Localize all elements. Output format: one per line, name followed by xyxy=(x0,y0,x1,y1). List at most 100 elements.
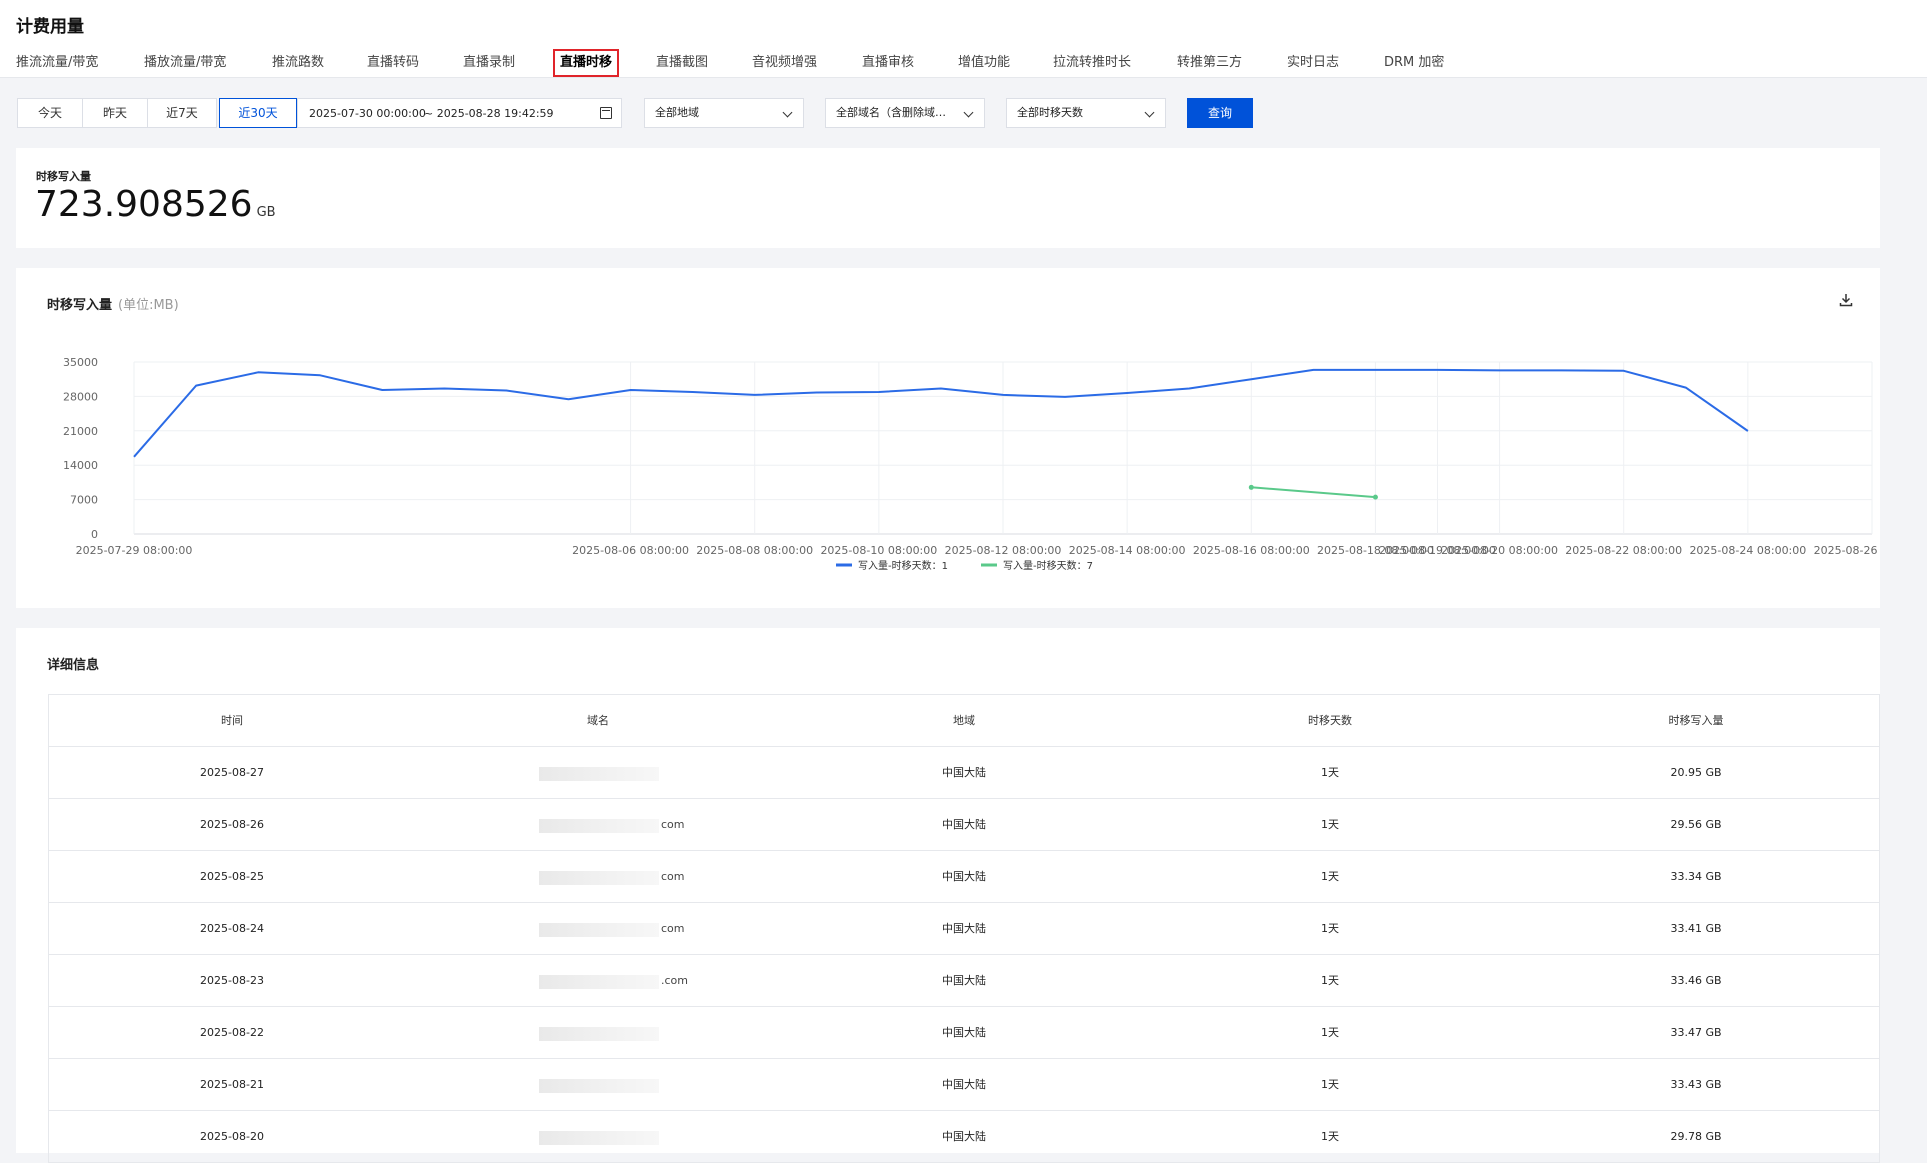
period-7days-button[interactable]: 近7天 xyxy=(147,98,217,128)
tab-pull-relay[interactable]: 拉流转推时长 xyxy=(1053,48,1131,78)
cell-region: 中国大陆 xyxy=(942,922,986,935)
cell-date: 2025-08-21 xyxy=(200,1078,264,1091)
y-tick-label: 0 xyxy=(91,528,98,541)
x-tick-label: 2025-08-24 08:00:00 xyxy=(1689,544,1806,557)
series-line-1 xyxy=(133,368,1749,458)
cell-amount: 33.34 GB xyxy=(1670,870,1722,883)
column-header-time: 时间 xyxy=(221,714,243,727)
cell-shift-days: 1天 xyxy=(1321,1026,1339,1039)
shift-days-select[interactable]: 全部时移天数 xyxy=(1006,98,1166,128)
tab-recording[interactable]: 直播录制 xyxy=(463,48,515,78)
table-row: 2025-08-26 com 中国大陆 1天 29.56 GB xyxy=(49,799,1879,851)
total-unit: GB xyxy=(256,205,276,220)
column-header-shift-days: 时移天数 xyxy=(1308,714,1352,727)
redacted-domain xyxy=(539,819,659,833)
cell-date: 2025-08-22 xyxy=(200,1026,264,1039)
detail-title: 详细信息 xyxy=(47,658,100,673)
total-card: 时移写入量 723.908526 GB xyxy=(16,148,1880,248)
tab-push-traffic[interactable]: 推流流量/带宽 xyxy=(16,48,98,78)
period-30days-button[interactable]: 近30天 xyxy=(219,98,297,128)
domain-select-value: 全部域名（含删除域… xyxy=(836,106,946,119)
column-header-domain: 域名 xyxy=(587,714,609,727)
chevron-down-icon xyxy=(782,107,793,118)
cell-amount: 29.56 GB xyxy=(1670,818,1722,831)
cell-date: 2025-08-25 xyxy=(200,870,264,883)
tab-third-party[interactable]: 转推第三方 xyxy=(1177,48,1242,78)
cell-amount: 33.46 GB xyxy=(1670,974,1722,987)
data-point xyxy=(1248,484,1254,490)
cell-shift-days: 1天 xyxy=(1321,922,1339,935)
tab-drm[interactable]: DRM 加密 xyxy=(1384,48,1444,78)
redacted-domain xyxy=(539,975,659,989)
redacted-domain xyxy=(539,923,659,937)
cell-domain-suffix: .com xyxy=(661,974,688,987)
tab-time-shift[interactable]: 直播时移 xyxy=(553,49,620,77)
cell-shift-days: 1天 xyxy=(1321,1130,1339,1143)
cell-region: 中国大陆 xyxy=(942,870,986,883)
tab-screenshot[interactable]: 直播截图 xyxy=(656,48,708,78)
legend-label-2: 写入量-时移天数：7 xyxy=(1003,559,1093,572)
table-row: 2025-08-24 com 中国大陆 1天 33.41 GB xyxy=(49,903,1879,955)
cell-amount: 33.43 GB xyxy=(1670,1078,1722,1091)
total-value: 723.908526 xyxy=(35,184,253,225)
total-label: 时移写入量 xyxy=(36,170,91,183)
date-end: ~ 2025-08-28 19:42:59 xyxy=(424,107,554,120)
query-button[interactable]: 查询 xyxy=(1187,98,1253,128)
cell-region: 中国大陆 xyxy=(942,818,986,831)
tab-value-added[interactable]: 增值功能 xyxy=(958,48,1010,78)
table-row: 2025-08-23 .com 中国大陆 1天 33.46 GB xyxy=(49,955,1879,1007)
tab-transcode[interactable]: 直播转码 xyxy=(367,48,419,78)
region-select[interactable]: 全部地域 xyxy=(644,98,804,128)
y-tick-label: 35000 xyxy=(63,356,98,369)
cell-region: 中国大陆 xyxy=(942,1026,986,1039)
tab-realtime-log[interactable]: 实时日志 xyxy=(1287,48,1339,78)
y-tick-label: 21000 xyxy=(63,425,98,438)
cell-date: 2025-08-23 xyxy=(200,974,264,987)
y-tick-label: 14000 xyxy=(63,459,98,472)
tab-av-enhance[interactable]: 音视频增强 xyxy=(752,48,817,78)
chevron-down-icon xyxy=(1144,107,1155,118)
cell-domain-suffix: com xyxy=(661,922,685,935)
cell-amount: 33.47 GB xyxy=(1670,1026,1722,1039)
table-row: 2025-08-21 中国大陆 1天 33.43 GB xyxy=(49,1059,1879,1111)
tab-moderation[interactable]: 直播审核 xyxy=(862,48,914,78)
cell-date: 2025-08-27 xyxy=(200,766,264,779)
redacted-domain xyxy=(539,1027,659,1041)
x-tick-label: 2025-07-29 08:00:00 xyxy=(76,544,193,557)
tab-play-traffic[interactable]: 播放流量/带宽 xyxy=(144,48,226,78)
redacted-domain xyxy=(539,871,659,885)
total-value-row: 723.908526 GB xyxy=(35,184,276,225)
x-tick-label: 2025-08-22 08:00:00 xyxy=(1565,544,1682,557)
top-bar: 计费用量 推流流量/带宽 播放流量/带宽 推流路数 直播转码 直播录制 直播时移… xyxy=(0,0,1927,78)
table-row: 2025-08-20 中国大陆 1天 29.78 GB xyxy=(49,1111,1879,1163)
domain-select[interactable]: 全部域名（含删除域… xyxy=(825,98,985,128)
cell-amount: 20.95 GB xyxy=(1670,766,1722,779)
x-tick-label: 2025-08-16 08:00:00 xyxy=(1193,544,1310,557)
cell-shift-days: 1天 xyxy=(1321,870,1339,883)
cell-region: 中国大陆 xyxy=(942,1130,986,1143)
period-yesterday-button[interactable]: 昨天 xyxy=(82,98,148,128)
tab-push-streams[interactable]: 推流路数 xyxy=(272,48,324,78)
cell-date: 2025-08-20 xyxy=(200,1130,264,1143)
calendar-icon[interactable] xyxy=(600,107,612,119)
cell-domain-suffix: com xyxy=(661,818,685,831)
legend-label-1: 写入量-时移天数：1 xyxy=(858,559,948,572)
x-tick-label: 2025-08-10 08:00:00 xyxy=(820,544,937,557)
cell-amount: 29.78 GB xyxy=(1670,1130,1722,1143)
x-tick-label: 2025-08-20 08:00:00 xyxy=(1441,544,1558,557)
cell-domain-suffix: com xyxy=(661,870,685,883)
shift-days-select-value: 全部时移天数 xyxy=(1017,106,1083,119)
x-tick-label: 2025-08-08 08:00:00 xyxy=(696,544,813,557)
series-line-2 xyxy=(1251,486,1376,499)
page-title: 计费用量 xyxy=(16,17,84,37)
chevron-down-icon xyxy=(963,107,974,118)
cell-date: 2025-08-24 xyxy=(200,922,264,935)
cell-region: 中国大陆 xyxy=(942,1078,986,1091)
period-today-button[interactable]: 今天 xyxy=(17,98,83,128)
tab-bar: 推流流量/带宽 播放流量/带宽 推流路数 直播转码 直播录制 直播时移 直播截图… xyxy=(0,48,1927,78)
x-tick-label: 2025-08-12 08:00:00 xyxy=(945,544,1062,557)
date-start: 2025-07-30 00:00:00 xyxy=(309,107,426,120)
x-tick-label: 2025-08-26 08:00:00 xyxy=(1814,544,1880,557)
date-range-picker[interactable]: 2025-07-30 00:00:00 ~ 2025-08-28 19:42:5… xyxy=(297,98,622,128)
cell-region: 中国大陆 xyxy=(942,974,986,987)
